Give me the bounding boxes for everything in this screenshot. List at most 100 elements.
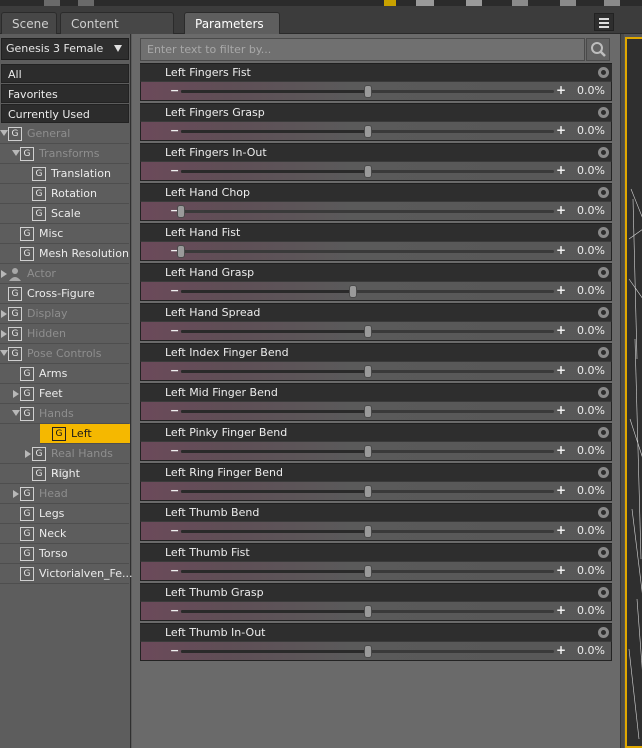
increment-button[interactable]: + [556, 282, 566, 300]
slider-handle[interactable] [177, 245, 185, 258]
parameter-slider[interactable]: − +0.0% [140, 601, 612, 621]
parameter-value[interactable]: 0.0% [577, 124, 605, 137]
toolbar-button-icon[interactable] [44, 0, 60, 6]
increment-button[interactable]: + [556, 522, 566, 540]
tree-item[interactable]: G Real Hands HD [0, 444, 129, 480]
tree-item[interactable]: G Translation [0, 164, 129, 184]
decrement-button[interactable]: − [170, 282, 179, 300]
parameter-slider[interactable]: − +0.0% [140, 521, 612, 541]
slider-handle[interactable] [364, 565, 372, 578]
parameter-value[interactable]: 0.0% [577, 164, 605, 177]
decrement-button[interactable]: − [170, 442, 179, 460]
slider-handle[interactable] [364, 365, 372, 378]
panel-menu-button[interactable] [594, 13, 614, 31]
tree-item[interactable]: G Transforms [0, 144, 129, 164]
increment-button[interactable]: + [556, 322, 566, 340]
parameter-slider[interactable]: − +0.0% [140, 561, 612, 581]
decrement-button[interactable]: − [170, 122, 179, 140]
tree-item[interactable]: G Left [40, 424, 130, 444]
expand-right-arrow-icon[interactable] [1, 270, 7, 278]
slider-handle[interactable] [364, 165, 372, 178]
decrement-button[interactable]: − [170, 402, 179, 420]
nav-all[interactable]: All [1, 64, 129, 83]
parameter-slider[interactable]: − +0.0% [140, 441, 612, 461]
slider-track[interactable] [181, 405, 554, 418]
parameter-slider[interactable]: − +0.0% [140, 361, 612, 381]
decrement-button[interactable]: − [170, 322, 179, 340]
slider-track[interactable] [181, 645, 554, 658]
tab-scene[interactable]: Scene [1, 12, 57, 34]
parameter-value[interactable]: 0.0% [577, 524, 605, 537]
slider-track[interactable] [181, 165, 554, 178]
slider-track[interactable] [181, 285, 554, 298]
tree-item[interactable]: G General [0, 124, 129, 144]
slider-handle[interactable] [364, 605, 372, 618]
gear-icon[interactable] [598, 627, 609, 638]
increment-button[interactable]: + [556, 482, 566, 500]
increment-button[interactable]: + [556, 82, 566, 100]
parameter-slider[interactable]: − +0.0% [140, 81, 612, 101]
tab-content-library[interactable]: Content Library [60, 12, 174, 53]
parameter-value[interactable]: 0.0% [577, 564, 605, 577]
expand-down-arrow-icon[interactable] [12, 150, 20, 156]
parameter-value[interactable]: 0.0% [577, 204, 605, 217]
parameter-slider[interactable]: − +0.0% [140, 121, 612, 141]
tree-item[interactable]: G Misc [0, 224, 129, 244]
tree-item[interactable]: G Rotation [0, 184, 129, 204]
expand-down-arrow-icon[interactable] [0, 350, 8, 356]
tree-item[interactable]: G Hands [0, 404, 129, 424]
tree-item[interactable]: G Legs [0, 504, 129, 524]
tree-item[interactable]: G Display [0, 304, 129, 324]
parameter-slider[interactable]: − +0.0% [140, 201, 612, 221]
expand-right-arrow-icon[interactable] [1, 310, 7, 318]
toolbar-button-icon[interactable] [78, 0, 94, 6]
slider-track[interactable] [181, 325, 554, 338]
slider-handle[interactable] [177, 205, 185, 218]
slider-handle[interactable] [364, 125, 372, 138]
slider-track[interactable] [181, 125, 554, 138]
tree-item[interactable]: G Torso [0, 544, 129, 564]
slider-handle[interactable] [364, 445, 372, 458]
slider-track[interactable] [177, 205, 554, 218]
gear-icon[interactable] [598, 387, 609, 398]
tree-item[interactable]: G Feet [0, 384, 129, 404]
gear-icon[interactable] [598, 507, 609, 518]
tree-item[interactable]: G Cross-Figure [0, 284, 129, 304]
slider-handle[interactable] [364, 405, 372, 418]
gear-icon[interactable] [598, 107, 609, 118]
parameter-value[interactable]: 0.0% [577, 444, 605, 457]
decrement-button[interactable]: − [170, 482, 179, 500]
gear-icon[interactable] [598, 187, 609, 198]
decrement-button[interactable]: − [170, 82, 179, 100]
parameter-slider[interactable]: − +0.0% [140, 321, 612, 341]
slider-handle[interactable] [349, 285, 357, 298]
increment-button[interactable]: + [556, 642, 566, 660]
tree-item[interactable]: G Neck [0, 524, 129, 544]
search-button[interactable] [586, 38, 610, 61]
nav-favorites[interactable]: Favorites [1, 84, 129, 103]
parameter-value[interactable]: 0.0% [577, 364, 605, 377]
tab-parameters[interactable]: Parameters [184, 12, 280, 34]
tree-item[interactable]: G Arms [0, 364, 129, 384]
expand-down-arrow-icon[interactable] [12, 410, 20, 416]
slider-track[interactable] [181, 525, 554, 538]
figure-select[interactable]: Genesis 3 Female [1, 38, 129, 60]
parameter-value[interactable]: 0.0% [577, 404, 605, 417]
parameter-value[interactable]: 0.0% [577, 84, 605, 97]
gear-icon[interactable] [598, 307, 609, 318]
expand-down-arrow-icon[interactable] [0, 130, 8, 136]
toolbar-button-icon[interactable] [604, 0, 620, 6]
increment-button[interactable]: + [556, 442, 566, 460]
gear-icon[interactable] [598, 427, 609, 438]
decrement-button[interactable]: − [170, 162, 179, 180]
slider-track[interactable] [177, 245, 554, 258]
slider-handle[interactable] [364, 85, 372, 98]
tree-item[interactable]: Actor [0, 264, 129, 284]
parameter-slider[interactable]: − +0.0% [140, 161, 612, 181]
toolbar-button-icon[interactable] [512, 0, 528, 6]
increment-button[interactable]: + [556, 402, 566, 420]
decrement-button[interactable]: − [170, 362, 179, 380]
increment-button[interactable]: + [556, 602, 566, 620]
filter-input[interactable] [140, 38, 585, 61]
parameter-value[interactable]: 0.0% [577, 484, 605, 497]
